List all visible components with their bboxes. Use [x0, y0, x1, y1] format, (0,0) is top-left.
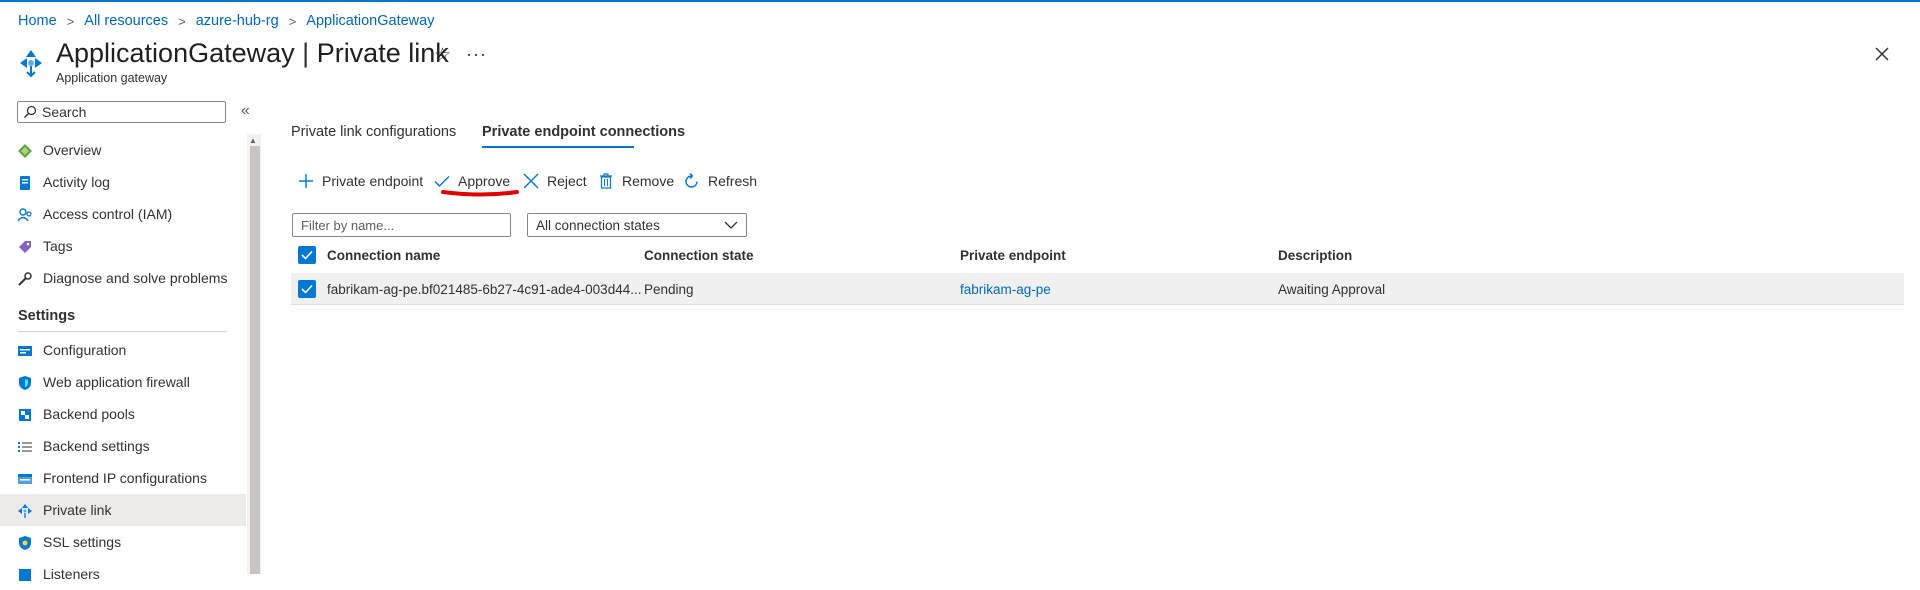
remove-button[interactable]: Remove	[598, 170, 674, 192]
sidebar-item-diagnose[interactable]: Diagnose and solve problems	[0, 262, 246, 294]
more-icon[interactable]: ···	[466, 44, 487, 65]
checkmark-icon	[434, 173, 450, 189]
tab-private-link-configurations[interactable]: Private link configurations	[291, 124, 456, 140]
column-header-connection-state[interactable]: Connection state	[644, 248, 754, 263]
sidebar-item-private-link[interactable]: Private link	[0, 494, 246, 526]
reject-button[interactable]: Reject	[523, 170, 587, 192]
search-icon	[24, 105, 37, 118]
reject-x-icon	[523, 173, 539, 189]
plus-icon	[298, 173, 314, 189]
connection-state-dropdown[interactable]: All connection states	[527, 213, 747, 237]
close-icon[interactable]	[1870, 42, 1894, 66]
breadcrumb-all-resources[interactable]: All resources	[84, 13, 168, 29]
list-settings-icon	[17, 439, 33, 455]
cell-connection-state: Pending	[644, 282, 694, 297]
top-accent-line	[0, 0, 1920, 2]
breadcrumb-resource-group[interactable]: azure-hub-rg	[196, 13, 279, 29]
cell-description: Awaiting Approval	[1278, 282, 1386, 297]
title-separator: |	[302, 38, 310, 68]
sidebar-item-label: Frontend IP configurations	[43, 470, 207, 486]
sidebar-item-activity-log[interactable]: Activity log	[0, 166, 246, 198]
section-divider	[18, 331, 227, 332]
overview-icon	[17, 143, 33, 159]
sidebar-item-tags[interactable]: Tags	[0, 230, 246, 262]
frontend-ip-icon	[17, 471, 33, 487]
sidebar-item-ssl-settings[interactable]: SSL settings	[0, 526, 246, 558]
resource-name: ApplicationGateway	[56, 38, 295, 68]
tab-private-endpoint-connections[interactable]: Private endpoint connections	[482, 124, 685, 140]
sidebar-item-configuration[interactable]: Configuration	[0, 334, 246, 366]
cell-private-endpoint-link[interactable]: fabrikam-ag-pe	[960, 282, 1051, 297]
sidebar-item-listeners[interactable]: Listeners	[0, 558, 246, 590]
page-title: ApplicationGateway | Private link	[56, 38, 449, 69]
sidebar-item-label: SSL settings	[43, 534, 122, 550]
reject-label: Reject	[547, 173, 587, 189]
column-header-description[interactable]: Description	[1278, 248, 1352, 263]
checkmark-icon	[301, 250, 313, 260]
private-link-icon	[17, 503, 33, 519]
sidebar-item-overview[interactable]: Overview	[0, 134, 246, 166]
sidebar-item-backend-pools[interactable]: Backend pools	[0, 398, 246, 430]
chevron-down-icon	[724, 221, 738, 229]
tag-icon	[17, 239, 33, 255]
listeners-icon	[17, 567, 33, 583]
add-private-endpoint-label: Private endpoint	[322, 173, 424, 189]
star-icon[interactable]: ☆	[434, 44, 451, 67]
breadcrumb-application-gateway[interactable]: ApplicationGateway	[306, 13, 434, 29]
sidebar-scrollbar-thumb[interactable]	[250, 146, 260, 574]
breadcrumb-separator-icon: >	[66, 13, 75, 29]
collapse-sidebar-icon[interactable]: «	[241, 102, 250, 120]
iam-icon	[17, 207, 33, 223]
blade-name: Private link	[316, 38, 449, 68]
sidebar-item-label: Tags	[43, 238, 73, 254]
checkmark-icon	[301, 284, 313, 294]
remove-label: Remove	[622, 173, 675, 189]
scroll-up-icon[interactable]: ▲	[249, 136, 257, 145]
sidebar-item-label: Activity log	[43, 174, 110, 190]
private-link-resource-icon	[20, 50, 42, 78]
connection-state-selected: All connection states	[536, 218, 660, 233]
backend-pools-icon	[17, 407, 33, 423]
approve-annotation-underline	[441, 190, 519, 197]
sidebar-item-label: Backend pools	[43, 406, 135, 422]
cell-connection-name: fabrikam-ag-pe.bf021485-6b27-4c91-ade4-0…	[327, 282, 642, 297]
sidebar-item-label: Web application firewall	[43, 374, 190, 390]
activity-log-icon	[17, 175, 33, 191]
sidebar-item-label: Overview	[43, 142, 102, 158]
search-input[interactable]	[42, 104, 212, 120]
sidebar-item-label: Backend settings	[43, 438, 150, 454]
sidebar-item-label: Configuration	[43, 342, 127, 358]
row-checkbox[interactable]	[298, 280, 316, 298]
sidebar-item-label: Private link	[43, 502, 112, 518]
settings-section-heading: Settings	[18, 308, 76, 324]
wrench-icon	[17, 271, 33, 287]
sidebar-item-frontend-ip[interactable]: Frontend IP configurations	[0, 462, 246, 494]
breadcrumb-home[interactable]: Home	[18, 13, 57, 29]
trash-icon	[598, 173, 614, 189]
sidebar-item-iam[interactable]: Access control (IAM)	[0, 198, 246, 230]
approve-label: Approve	[458, 173, 511, 189]
breadcrumb-separator-icon: >	[288, 13, 297, 29]
active-tab-indicator	[482, 146, 634, 148]
column-header-private-endpoint[interactable]: Private endpoint	[960, 248, 1066, 263]
refresh-label: Refresh	[708, 173, 758, 189]
resource-type-subtitle: Application gateway	[56, 71, 168, 85]
select-all-checkbox[interactable]	[298, 246, 316, 264]
sidebar-item-label: Diagnose and solve problems	[43, 270, 228, 286]
breadcrumb-separator-icon: >	[178, 13, 186, 29]
sidebar-item-waf[interactable]: Web application firewall	[0, 366, 246, 398]
breadcrumb: Home > All resources > azure-hub-rg > Ap…	[18, 11, 434, 31]
sidebar-item-label: Listeners	[43, 566, 100, 582]
sidebar-search[interactable]	[17, 101, 226, 123]
ssl-shield-icon	[17, 535, 33, 551]
refresh-button[interactable]: Refresh	[683, 170, 757, 192]
refresh-icon	[683, 172, 700, 190]
sidebar-item-backend-settings[interactable]: Backend settings	[0, 430, 246, 462]
add-private-endpoint-button[interactable]: Private endpoint	[298, 170, 423, 192]
column-header-connection-name[interactable]: Connection name	[327, 248, 440, 263]
sidebar-item-label: Access control (IAM)	[43, 206, 173, 222]
filter-by-name-input[interactable]	[292, 213, 511, 237]
configuration-icon	[17, 343, 33, 359]
shield-icon	[17, 375, 33, 391]
